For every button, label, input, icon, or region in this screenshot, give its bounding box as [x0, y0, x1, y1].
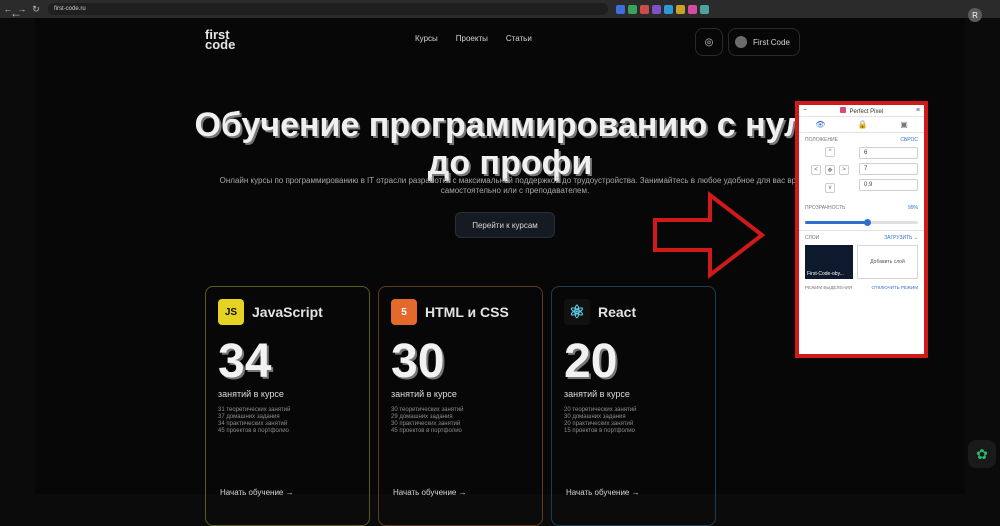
theme-toggle-button[interactable]: ◎	[695, 28, 723, 56]
arrow-left-icon[interactable]: <	[811, 165, 821, 175]
extensions-row	[616, 4, 709, 14]
user-profile-button[interactable]: First Code	[728, 28, 800, 56]
reset-button[interactable]: СБРОС	[900, 137, 918, 143]
start-learning-link[interactable]: Начать обучение →	[393, 488, 467, 497]
extension-icon[interactable]	[640, 4, 649, 14]
select-mode-link[interactable]: РЕЖИМ ВЫДЕЛЕНИЯ	[805, 285, 852, 290]
scale-field[interactable]: 0.9	[859, 179, 918, 191]
user-icon	[735, 36, 747, 48]
arrow-up-icon[interactable]: ^	[825, 147, 835, 157]
course-features: 30 теоретических занятий 29 домашних зада…	[391, 407, 464, 434]
html5-icon: 5	[391, 299, 417, 325]
back-arrow-icon[interactable]: ←	[10, 6, 22, 20]
extension-icon[interactable]	[652, 4, 661, 14]
pp-header: − Perfect Pixel ≡	[799, 105, 924, 117]
course-name: React	[598, 304, 637, 320]
pp-title: Perfect Pixel	[839, 106, 883, 115]
nav-link-courses[interactable]: Курсы	[415, 34, 438, 43]
go-to-courses-button[interactable]: Перейти к курсам	[455, 212, 555, 238]
layer-icon[interactable]: ▣	[900, 120, 908, 129]
red-arrow-icon	[653, 190, 766, 280]
pp-position-section: ПОЛОЖЕНИЕ СБРОС	[805, 137, 918, 143]
center-icon[interactable]: ✥	[825, 165, 835, 175]
add-layer-button[interactable]: Добавить слой	[857, 245, 918, 279]
extension-icon[interactable]	[688, 4, 697, 14]
site-logo[interactable]: first code	[205, 28, 235, 51]
minimize-icon[interactable]: −	[803, 107, 807, 114]
slider-knob[interactable]	[864, 219, 872, 226]
pp-layers-section: СЛОИ ЗАГРУЗИТЬ ⌄	[799, 230, 924, 245]
course-card-javascript[interactable]: JS JavaScript 34 занятий в курсе 31 теор…	[205, 286, 370, 526]
lessons-label: занятий в курсе	[564, 389, 630, 399]
pp-logo-icon	[839, 106, 846, 113]
upload-button[interactable]: ЗАГРУЗИТЬ ⌄	[884, 235, 918, 241]
circles-icon: ◎	[704, 36, 714, 48]
lessons-count: 34	[218, 335, 272, 388]
course-name: HTML и CSS	[425, 304, 509, 320]
lessons-label: занятий в курсе	[391, 389, 457, 399]
extension-icon[interactable]	[676, 4, 685, 14]
react-icon: ⚛	[564, 299, 590, 325]
extension-icon[interactable]	[616, 4, 625, 14]
pp-opacity-section: ПРОЗРАЧНОСТЬ 99%	[805, 205, 918, 211]
lock-icon[interactable]: 🔒	[858, 120, 868, 129]
extension-icon[interactable]	[628, 4, 637, 14]
y-offset-field[interactable]: 7	[859, 163, 918, 175]
eye-icon[interactable]: 👁	[815, 120, 825, 129]
perfect-pixel-panel: − Perfect Pixel ≡ 👁 🔒 ▣ ПОЛОЖЕНИЕ СБРОС …	[795, 101, 928, 358]
course-features: 20 теоретических занятий 30 домашних зада…	[564, 407, 637, 434]
opacity-slider[interactable]	[805, 219, 918, 226]
lessons-count: 30	[391, 335, 445, 388]
browser-toolbar: ← → ↻ first-code.ru R	[0, 0, 1000, 22]
arrow-down-icon[interactable]: v	[825, 183, 835, 193]
start-learning-link[interactable]: Начать обучение →	[566, 488, 640, 497]
address-url: first-code.ru	[54, 6, 86, 12]
nav-link-projects[interactable]: Проекты	[456, 34, 488, 43]
x-offset-field[interactable]: 6	[859, 147, 918, 159]
site-nav: Курсы Проекты Статьи	[415, 34, 532, 43]
disable-mode-link[interactable]: ОТКЛЮЧИТЬ РЕЖИМ	[871, 285, 918, 290]
hero-title: Обучение программированию с нуля до проф…	[194, 106, 826, 182]
course-features: 31 теоретических занятий 37 домашних зада…	[218, 407, 291, 434]
lessons-label: занятий в курсе	[218, 389, 284, 399]
profile-avatar[interactable]: R	[968, 8, 982, 22]
extension-icon[interactable]	[664, 4, 673, 14]
user-name: First Code	[753, 37, 790, 47]
course-card-html-css[interactable]: 5 HTML и CSS 30 занятий в курсе 30 теоре…	[378, 286, 543, 526]
pp-direction-pad: ^ < ✥ > v	[805, 147, 855, 201]
address-bar[interactable]: first-code.ru	[48, 3, 608, 15]
pp-tabs: 👁 🔒 ▣	[799, 117, 924, 133]
start-learning-link[interactable]: Начать обучение →	[220, 488, 294, 497]
lessons-count: 20	[564, 335, 618, 388]
extension-icon[interactable]	[700, 4, 709, 14]
browser-reload-icon[interactable]: ↻	[30, 4, 42, 15]
nav-link-articles[interactable]: Статьи	[506, 34, 532, 43]
javascript-icon: JS	[218, 299, 244, 325]
pp-bottom-actions: РЕЖИМ ВЫДЕЛЕНИЯ ОТКЛЮЧИТЬ РЕЖИМ	[799, 279, 924, 296]
layer-thumbnail[interactable]: First-Code-oby...	[805, 245, 853, 279]
menu-icon[interactable]: ≡	[916, 107, 920, 114]
course-card-react[interactable]: ⚛ React 20 занятий в курсе 20 теоретичес…	[551, 286, 716, 526]
course-name: JavaScript	[252, 304, 323, 320]
chatgpt-icon[interactable]: ✿	[968, 440, 996, 468]
arrow-right-icon[interactable]: >	[839, 165, 849, 175]
